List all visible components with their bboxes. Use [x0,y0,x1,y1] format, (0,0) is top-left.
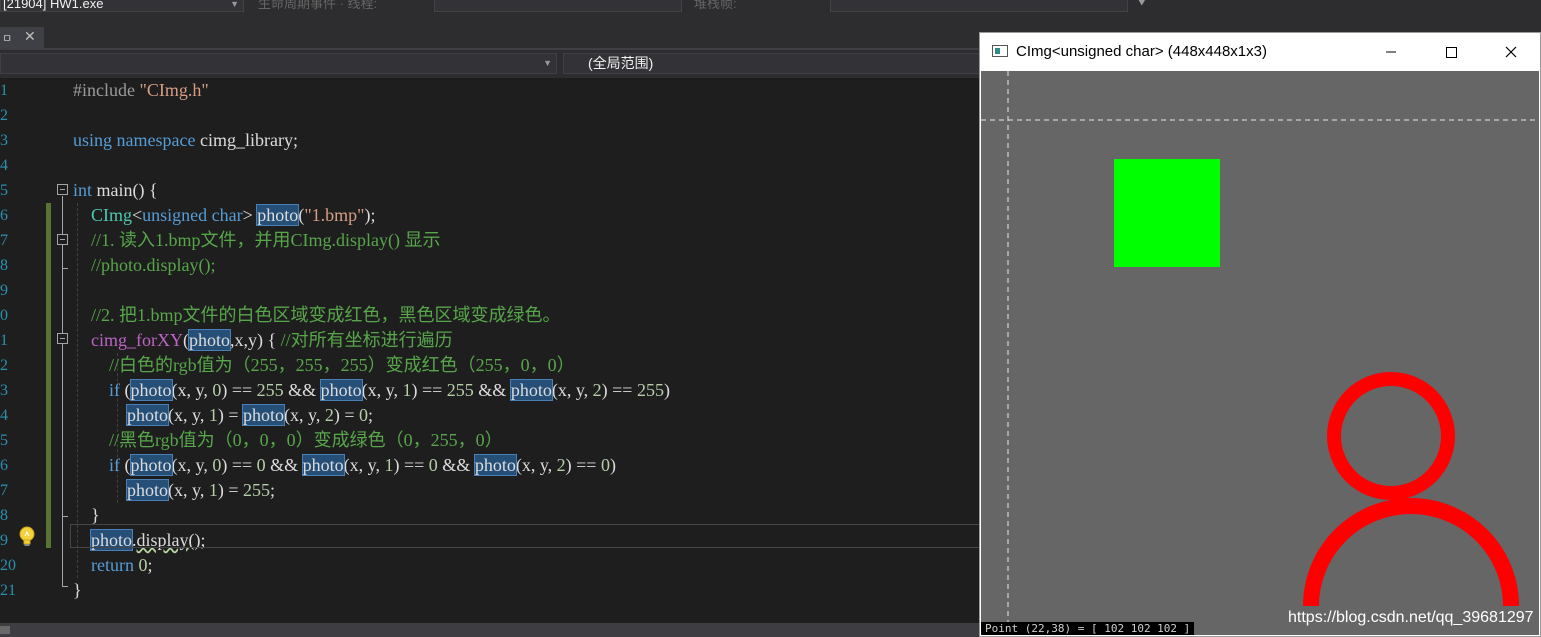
document-tab[interactable]: ㅁ ✕ [0,27,44,48]
process-value: [21904] HW1.exe [3,0,104,11]
line-number: 3 [0,382,8,399]
close-tab-icon[interactable]: ✕ [24,28,36,45]
collapse-icon[interactable] [57,184,68,195]
window-app-icon [992,45,1008,57]
code-line-20: return 0; [91,555,153,575]
code-line-7: //1. 读入1.bmp文件，并用CImg.display() 显示 [73,230,441,250]
code-line-1: #include "CImg.h" [73,80,209,100]
scope-dropdown[interactable]: (全局范围) [563,53,983,74]
code-line-15: //黑色rgb值为（0，0，0）变成绿色（0，255，0） [73,430,503,450]
member-dropdown[interactable]: ▼ [0,53,557,74]
fold-end [62,586,68,587]
stack-frame-label: 堆栈帧: [694,0,737,11]
line-number: 5 [0,182,8,199]
pin-icon[interactable]: ㅁ [2,30,12,46]
cimg-display-window[interactable]: CImg<unsigned char> (448x448x1x3) Point … [979,32,1541,637]
code-line-21: } [73,580,82,600]
line-number: 8 [0,257,8,274]
line-number: 8 [0,507,8,524]
lightbulb-icon[interactable] [17,526,37,548]
lifecycle-events-label: 生命周期事件 · 线程: [258,0,378,11]
line-number: 7 [0,232,8,249]
process-dropdown[interactable]: [21904] HW1.exe ▼ [0,0,244,12]
pixel-status-readout: Point (22,38) = [ 102 102 102 ] [981,622,1195,635]
image-view [981,71,1539,635]
minimize-icon[interactable] [1362,33,1420,71]
code-line-6: CImg<unsigned char> photo("1.bmp"); [91,204,376,226]
code-line-14: photo(x, y, 1) = photo(x, y, 2) = 0; [125,404,374,426]
horizontal-scrollbar[interactable] [0,623,980,637]
current-line-highlight [70,524,980,548]
line-number: 9 [0,282,8,299]
window-titlebar[interactable]: CImg<unsigned char> (448x448x1x3) [980,33,1540,71]
fold-line [62,246,63,268]
code-line-17: photo(x, y, 1) = 255; [125,479,276,501]
line-number: 4 [0,407,8,424]
fold-end [62,516,68,517]
chevron-down-icon: ▼ [230,0,239,9]
line-number: 2 [0,357,8,374]
code-editor[interactable]: 1 2 3 4 5 6 7 8 9 0 1 2 3 4 5 6 7 8 9 20… [0,78,980,623]
image-canvas[interactable]: Point (22,38) = [ 102 102 102 ] [981,71,1539,635]
line-number: 2 [0,107,8,124]
code-line-10: //2. 把1.bmp文件的白色区域变成红色，黑色区域变成绿色。 [73,305,561,325]
line-number: 6 [0,207,8,224]
line-number: 0 [0,307,8,324]
code-line-12: //白色的rgb值为（255，255，255）变成红色（255，0，0） [73,355,575,375]
line-number: 5 [0,432,8,449]
line-number: 4 [0,157,8,174]
change-indicator [46,203,51,548]
line-number: 6 [0,457,8,474]
line-number: 7 [0,482,8,499]
stack-frame-dropdown[interactable] [830,0,1128,12]
chevron-down-icon: ▼ [543,58,552,68]
collapse-icon[interactable] [57,234,68,245]
code-line-8: //photo.display(); [73,255,216,275]
scrollbar-thumb[interactable] [0,626,10,634]
close-icon[interactable] [1482,33,1540,71]
code-line-5: int main() { [73,180,158,200]
fold-line [62,345,63,516]
window-title: CImg<unsigned char> (448x448x1x3) [1016,43,1267,60]
line-number: 3 [0,132,8,149]
line-number: 1 [0,82,8,99]
code-line-3: using namespace cimg_library; [73,130,298,150]
thread-dropdown[interactable] [434,0,682,12]
fold-end [62,268,68,269]
collapse-icon[interactable] [57,333,68,344]
watermark-text: https://blog.csdn.net/qq_39681297 [1288,609,1534,626]
green-square [1114,159,1220,267]
line-number: 1 [0,332,8,349]
code-line-13: if (photo(x, y, 0) == 255 && photo(x, y,… [109,379,670,401]
line-number: 20 [0,557,16,574]
code-line-11: cimg_forXY(photo,x,y) { //对所有坐标进行遍历 [91,329,453,351]
image-background [981,71,1539,635]
line-number: 21 [0,582,16,599]
toolbar-overflow-icon[interactable]: ⯆ [1137,0,1147,11]
debug-toolbar: [21904] HW1.exe ▼ 生命周期事件 · 线程: 堆栈帧: ⯆ [0,0,1541,23]
maximize-icon[interactable] [1422,33,1480,71]
code-line-16: if (photo(x, y, 0) == 0 && photo(x, y, 1… [109,454,616,476]
line-number: 9 [0,532,8,549]
